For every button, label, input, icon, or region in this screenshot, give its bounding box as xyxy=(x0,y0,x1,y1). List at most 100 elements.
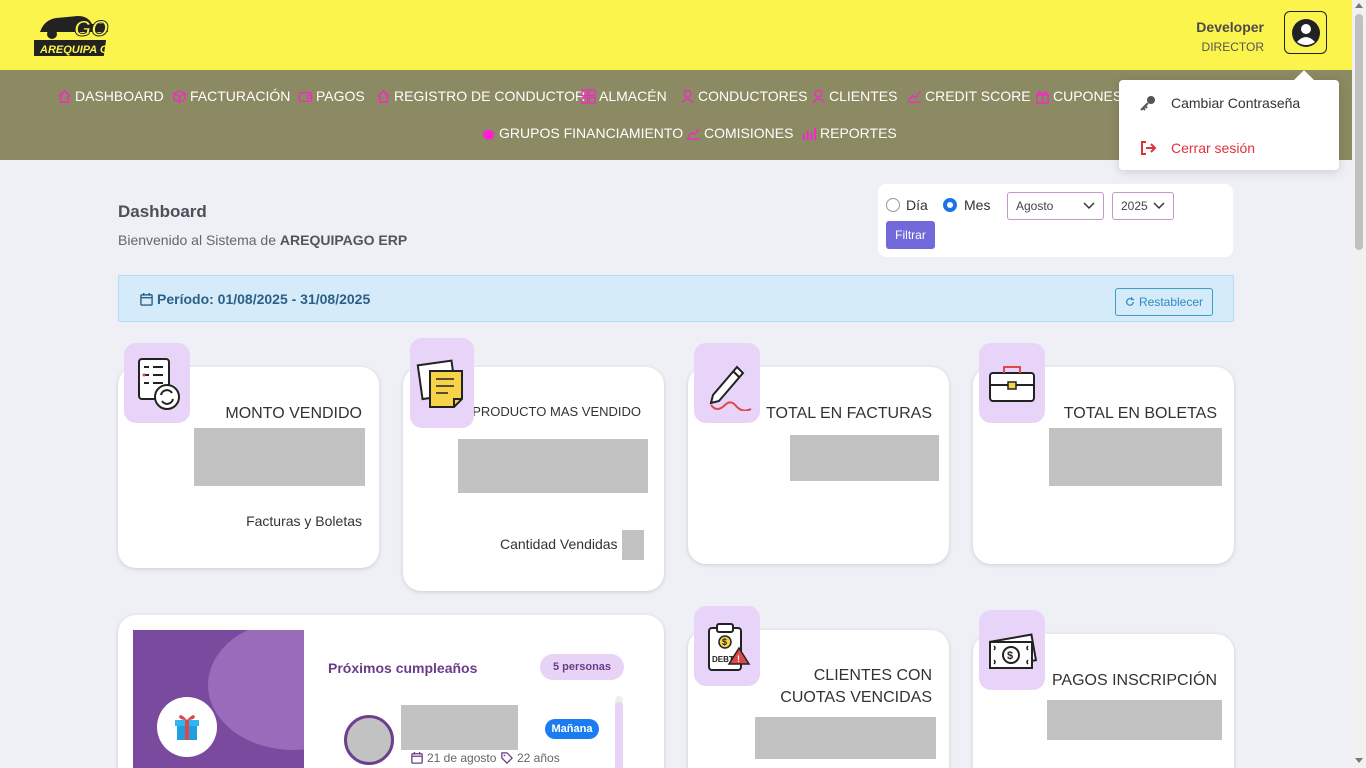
redacted-count xyxy=(622,530,644,560)
card-title-line1: CLIENTES CON xyxy=(813,667,932,684)
reset-label: Restablecer xyxy=(1138,295,1204,309)
nav-label: DASHBOARD xyxy=(75,88,164,104)
scroll-thumb[interactable] xyxy=(1355,14,1363,250)
card-title: PRODUCTO MAS VENDIDO xyxy=(472,404,641,419)
wallet-icon xyxy=(298,91,313,102)
user-menu-button[interactable] xyxy=(1284,11,1327,54)
redacted-name xyxy=(401,705,518,750)
nav-grupos-financiamiento[interactable]: GRUPOS FINANCIAMIENTO xyxy=(481,125,683,141)
grid-icon xyxy=(581,88,596,104)
decorative-circle xyxy=(208,630,304,750)
nav-label: PAGOS xyxy=(316,88,365,104)
arequipa-go-logo[interactable]: GO ® AREQUIPA GO xyxy=(29,12,117,58)
user-role: DIRECTOR xyxy=(1201,40,1264,54)
redacted-value xyxy=(1049,428,1222,486)
chevron-down-icon xyxy=(1083,202,1095,210)
year-select[interactable]: 2025 xyxy=(1112,192,1174,220)
nav-label: CLIENTES xyxy=(829,88,898,104)
page-scrollbar[interactable] xyxy=(1352,0,1366,768)
nav-clientes[interactable]: CLIENTES xyxy=(811,88,897,104)
user-circle-icon xyxy=(1291,18,1320,47)
nav-dashboard[interactable]: DASHBOARD xyxy=(57,88,164,104)
avatar xyxy=(344,715,394,765)
invoice-refresh-icon xyxy=(124,343,190,423)
nav-label: REGISTRO DE CONDUCTOR xyxy=(394,88,586,104)
nav-label: CREDIT SCORE xyxy=(925,88,1031,104)
user-name: Developer xyxy=(1196,19,1264,35)
page-title: Dashboard xyxy=(118,202,207,221)
redacted-value xyxy=(1047,700,1222,740)
nav-facturacion[interactable]: FACTURACIÓN xyxy=(172,88,290,104)
piggy-bank-icon xyxy=(482,129,495,140)
birthdays-title: Próximos cumpleaños xyxy=(328,660,478,676)
birthday-list-scrollbar[interactable] xyxy=(615,696,623,768)
nav-label: CUPONES xyxy=(1053,88,1123,104)
gift-icon xyxy=(1035,90,1050,104)
top-bar: GO ® AREQUIPA GO Developer DIRECTOR xyxy=(0,0,1352,70)
change-password-label: Cambiar Contraseña xyxy=(1171,95,1301,111)
calendar-icon xyxy=(140,292,153,306)
nav-comisiones[interactable]: COMISIONES xyxy=(686,125,793,141)
nav-pagos[interactable]: PAGOS xyxy=(298,88,365,104)
reset-button[interactable]: Restablecer xyxy=(1115,288,1213,316)
chart-line-icon xyxy=(686,127,701,140)
user-dropdown-menu: Cambiar Contraseña Cerrar sesión xyxy=(1119,80,1339,170)
scroll-thumb[interactable] xyxy=(615,702,623,768)
period-label: Período: 01/08/2025 - 31/08/2025 xyxy=(140,291,370,307)
card-subtitle: Cantidad Vendidas xyxy=(500,536,618,552)
svg-text:$: $ xyxy=(722,637,727,647)
tag-icon xyxy=(501,752,513,764)
debt-clipboard-icon: $ DEBT! xyxy=(694,606,760,686)
logout-item[interactable]: Cerrar sesión xyxy=(1139,139,1255,157)
svg-text:AREQUIPA GO: AREQUIPA GO xyxy=(39,44,114,56)
radio-day[interactable] xyxy=(886,198,900,212)
card-birthdays: Próximos cumpleaños 5 personas Mañana 21… xyxy=(118,615,664,768)
nav-label: ALMACÉN xyxy=(599,88,667,104)
welcome-prefix: Bienvenido al Sistema de xyxy=(118,232,276,248)
pen-signature-icon xyxy=(694,343,760,423)
birthday-date-text: 21 de agosto xyxy=(427,751,497,765)
birthday-when-badge: Mañana xyxy=(545,719,599,739)
birthday-age: 22 años xyxy=(501,751,560,765)
nav-label: COMISIONES xyxy=(704,125,794,141)
home-icon xyxy=(377,89,390,103)
scroll-down-arrow[interactable] xyxy=(1355,758,1363,763)
logout-label: Cerrar sesión xyxy=(1171,140,1256,156)
nav-cupones[interactable]: CUPONES xyxy=(1035,88,1122,104)
scroll-up-arrow[interactable] xyxy=(1355,3,1363,8)
box-icon xyxy=(173,89,186,103)
redacted-value xyxy=(458,439,648,493)
card-subtitle: Facturas y Boletas xyxy=(246,513,362,529)
radio-month-label[interactable]: Mes xyxy=(964,197,990,213)
calendar-icon xyxy=(411,752,423,764)
nav-conductores[interactable]: CONDUCTORES xyxy=(680,88,807,104)
nav-credit-score[interactable]: CREDIT SCORE xyxy=(907,88,1031,104)
card-title: TOTAL EN BOLETAS xyxy=(1063,405,1217,422)
period-text: Período: 01/08/2025 - 31/08/2025 xyxy=(157,291,371,307)
filter-button[interactable]: Filtrar xyxy=(886,221,935,249)
briefcase-icon xyxy=(979,343,1045,423)
nav-almacen[interactable]: ALMACÉN xyxy=(581,88,667,104)
nav-registro-conductor[interactable]: REGISTRO DE CONDUCTOR xyxy=(376,88,585,104)
user-icon xyxy=(681,89,694,103)
birthdays-count-badge: 5 personas xyxy=(540,654,624,680)
card-title: PAGOS INSCRIPCIÓN xyxy=(1051,672,1217,689)
chevron-down-icon xyxy=(1153,202,1165,210)
radio-month[interactable] xyxy=(943,198,957,212)
bar-chart-icon xyxy=(802,127,817,140)
svg-text:®: ® xyxy=(74,16,79,23)
svg-text:!: ! xyxy=(737,654,740,664)
change-password-item[interactable]: Cambiar Contraseña xyxy=(1139,94,1300,112)
date-filter-panel: Día Mes Agosto 2025 Filtrar xyxy=(878,184,1233,257)
sticky-notes-icon xyxy=(410,338,474,428)
welcome-brand: AREQUIPAGO ERP xyxy=(279,232,408,248)
money-bill-icon: $ xyxy=(979,610,1045,690)
redacted-value xyxy=(194,428,365,486)
user-icon xyxy=(812,89,825,103)
month-select[interactable]: Agosto xyxy=(1007,192,1104,220)
nav-reportes[interactable]: REPORTES xyxy=(802,125,897,141)
card-title-line2: CUOTAS VENCIDAS xyxy=(780,689,932,706)
card-title: TOTAL EN FACTURAS xyxy=(766,405,932,422)
gift-icon xyxy=(157,697,217,757)
radio-day-label[interactable]: Día xyxy=(906,197,928,213)
